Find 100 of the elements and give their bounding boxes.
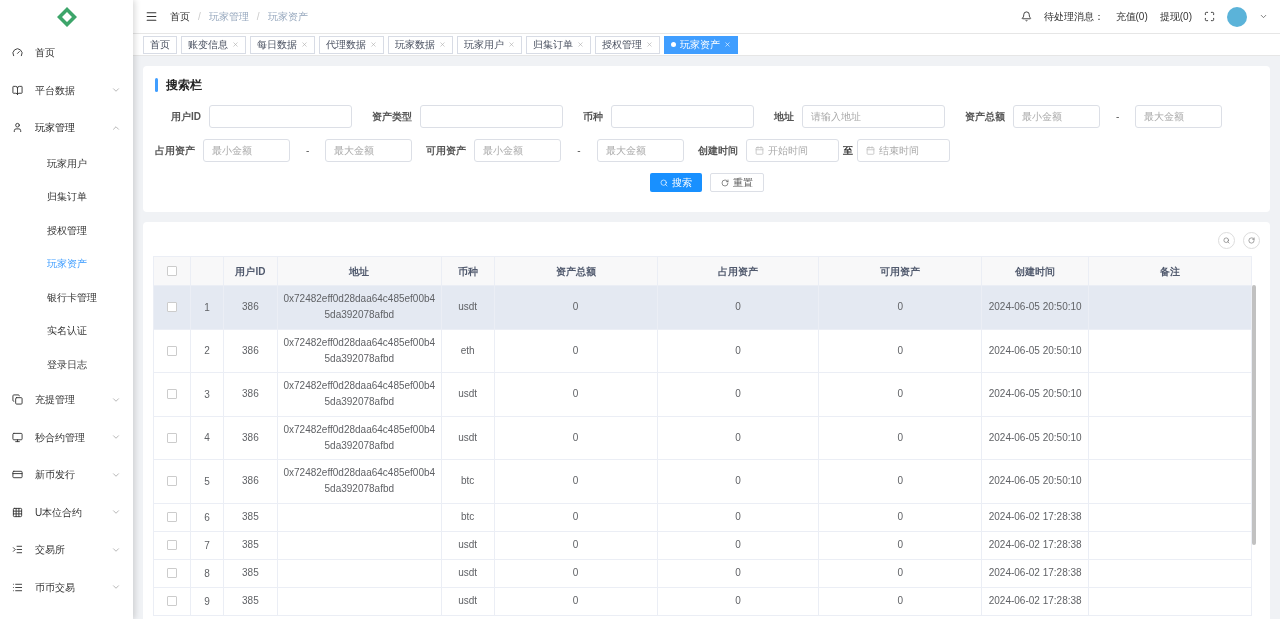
range-separator: -	[306, 144, 310, 158]
table-cell: 0	[494, 559, 658, 588]
title-accent	[155, 78, 158, 92]
sidebar-item[interactable]: U本位合约	[0, 493, 133, 531]
field-label: 可用资产	[426, 144, 467, 158]
fullscreen-icon[interactable]	[1204, 11, 1215, 22]
table-cell: 386	[223, 286, 278, 330]
input-field[interactable]	[611, 105, 754, 128]
close-icon[interactable]	[370, 41, 377, 48]
refresh-icon	[1248, 237, 1255, 244]
table-row[interactable]: 8 385 usdt 0 0 0 2024-06-02 17:28:38	[154, 559, 1252, 588]
table-row[interactable]: 2 386 0x72482eff0d28daa64c485ef00b45da392078afbd eth 0 0 0 2024-06-05 20:50:10	[154, 329, 1252, 373]
input-field[interactable]	[420, 105, 563, 128]
refresh-icon	[720, 178, 729, 187]
table-cell: 386	[223, 460, 278, 504]
table-cell: 0	[819, 531, 983, 560]
submenu-item[interactable]: 实名认证	[0, 314, 133, 348]
table-cell: 1	[190, 286, 224, 330]
table-cell: 2024-06-02 17:28:38	[982, 559, 1090, 588]
sidebar-item[interactable]: 充提管理	[0, 381, 133, 419]
checkbox[interactable]	[167, 345, 177, 356]
table-cell: 2024-06-02 17:28:38	[982, 587, 1090, 616]
sidebar-item[interactable]: 币币交易	[0, 568, 133, 606]
sidebar-item[interactable]: 平台数据	[0, 71, 133, 109]
page-tab[interactable]: 账变信息	[181, 35, 246, 54]
bell-icon[interactable]	[1020, 11, 1032, 22]
page-tab[interactable]: 代理数据	[319, 35, 384, 54]
close-icon[interactable]	[232, 41, 239, 48]
card-icon	[12, 469, 23, 481]
page-tab[interactable]: 每日数据	[250, 35, 315, 54]
checkbox[interactable]	[167, 389, 177, 400]
checkbox[interactable]	[167, 568, 177, 578]
submenu-item[interactable]: 归集订单	[0, 180, 133, 214]
table-row[interactable]: 5 386 0x72482eff0d28daa64c485ef00b45da392078afbd btc 0 0 0 2024-06-05 20:50:10	[154, 460, 1252, 504]
field-label: 资产总额	[965, 110, 1005, 124]
table-cell: 385	[223, 503, 278, 532]
table-row[interactable]: 7 385 usdt 0 0 0 2024-06-02 17:28:38	[154, 531, 1252, 560]
field-label: 币种	[583, 110, 603, 124]
close-icon[interactable]	[577, 41, 584, 48]
field-label: 创建时间	[697, 144, 738, 158]
menu-icon[interactable]	[145, 10, 158, 23]
list-indent-icon	[12, 544, 23, 556]
table-row[interactable]: 3 386 0x72482eff0d28daa64c485ef00b45da392078afbd usdt 0 0 0 2024-06-05 20:50:10	[154, 373, 1252, 417]
table-cell: 0x72482eff0d28daa64c485ef00b45da392078afbd	[277, 460, 442, 504]
checkbox[interactable]	[167, 596, 177, 606]
close-icon[interactable]	[508, 41, 515, 48]
book-icon	[12, 84, 23, 96]
page-tab[interactable]: 授权管理	[595, 35, 660, 54]
page-tab[interactable]: 归集订单	[526, 35, 591, 54]
table-row[interactable]: 4 386 0x72482eff0d28daa64c485ef00b45da392078afbd usdt 0 0 0 2024-06-05 20:50:10	[154, 416, 1252, 460]
table-cell: 2024-06-05 20:50:10	[982, 460, 1090, 504]
checkbox[interactable]	[167, 432, 177, 443]
table-cell: 0	[819, 503, 983, 532]
table-row[interactable]: 9 385 usdt 0 0 0 2024-06-02 17:28:38	[154, 587, 1252, 616]
range-separator: 至	[842, 144, 853, 158]
reset-button[interactable]: 重置	[709, 173, 764, 192]
close-icon[interactable]	[439, 41, 446, 48]
table-cell: btc	[441, 503, 495, 532]
sidebar-item[interactable]: 玩家管理	[0, 109, 133, 147]
table-cell: 7	[190, 531, 224, 560]
table-row[interactable]: 6 385 btc 0 0 0 2024-06-02 17:28:38	[154, 503, 1252, 532]
table-cell: 0	[657, 503, 820, 532]
submenu-item[interactable]: 玩家用户	[0, 146, 133, 180]
table-cell: 2024-06-05 20:50:10	[982, 286, 1090, 330]
close-icon[interactable]	[301, 41, 308, 48]
checkbox[interactable]	[167, 266, 177, 276]
input-field[interactable]	[209, 105, 352, 128]
table-row[interactable]: 1 386 0x72482eff0d28daa64c485ef00b45da392078afbd usdt 0 0 0 2024-06-05 20:50:10	[154, 286, 1252, 330]
table-cell: 0	[657, 460, 820, 504]
message-count[interactable]: 充值(0)	[1115, 9, 1148, 24]
table-cell: usdt	[441, 587, 495, 616]
sidebar-item[interactable]: 秒合约管理	[0, 418, 133, 456]
table-cell: 2024-06-02 17:28:38	[982, 531, 1090, 560]
sidebar-item[interactable]: 首页	[0, 34, 133, 72]
close-icon[interactable]	[646, 41, 653, 48]
monitor-icon	[12, 431, 23, 443]
checkbox[interactable]	[167, 302, 177, 313]
message-count[interactable]: 提现(0)	[1159, 9, 1192, 24]
avatar[interactable]	[1227, 6, 1247, 27]
checkbox[interactable]	[167, 540, 177, 550]
table-cell: 3	[190, 373, 224, 417]
checkbox[interactable]	[167, 476, 177, 487]
page-tab[interactable]: 玩家数据	[388, 35, 453, 54]
breadcrumb-item[interactable]: 首页	[170, 9, 190, 24]
page-tab[interactable]: 首页	[143, 35, 177, 54]
sidebar-item[interactable]: 新币发行	[0, 456, 133, 494]
table-cell: 0	[819, 587, 983, 616]
checkbox[interactable]	[167, 512, 177, 522]
message-label: 待处理消息：	[1043, 10, 1104, 24]
sidebar-item[interactable]: 交易所	[0, 531, 133, 569]
submenu-item[interactable]: 登录日志	[0, 347, 133, 381]
table-cell: 0	[819, 559, 983, 588]
table-cell: 0	[819, 460, 983, 504]
submenu-item[interactable]: 授权管理	[0, 213, 133, 247]
table-cell: 0	[494, 503, 658, 532]
grid-icon	[12, 506, 23, 518]
page-tab[interactable]: 玩家用户	[457, 35, 522, 54]
table-cell: 8	[190, 559, 224, 588]
caret-icon[interactable]	[1259, 12, 1268, 21]
submenu-item[interactable]: 银行卡管理	[0, 280, 133, 314]
